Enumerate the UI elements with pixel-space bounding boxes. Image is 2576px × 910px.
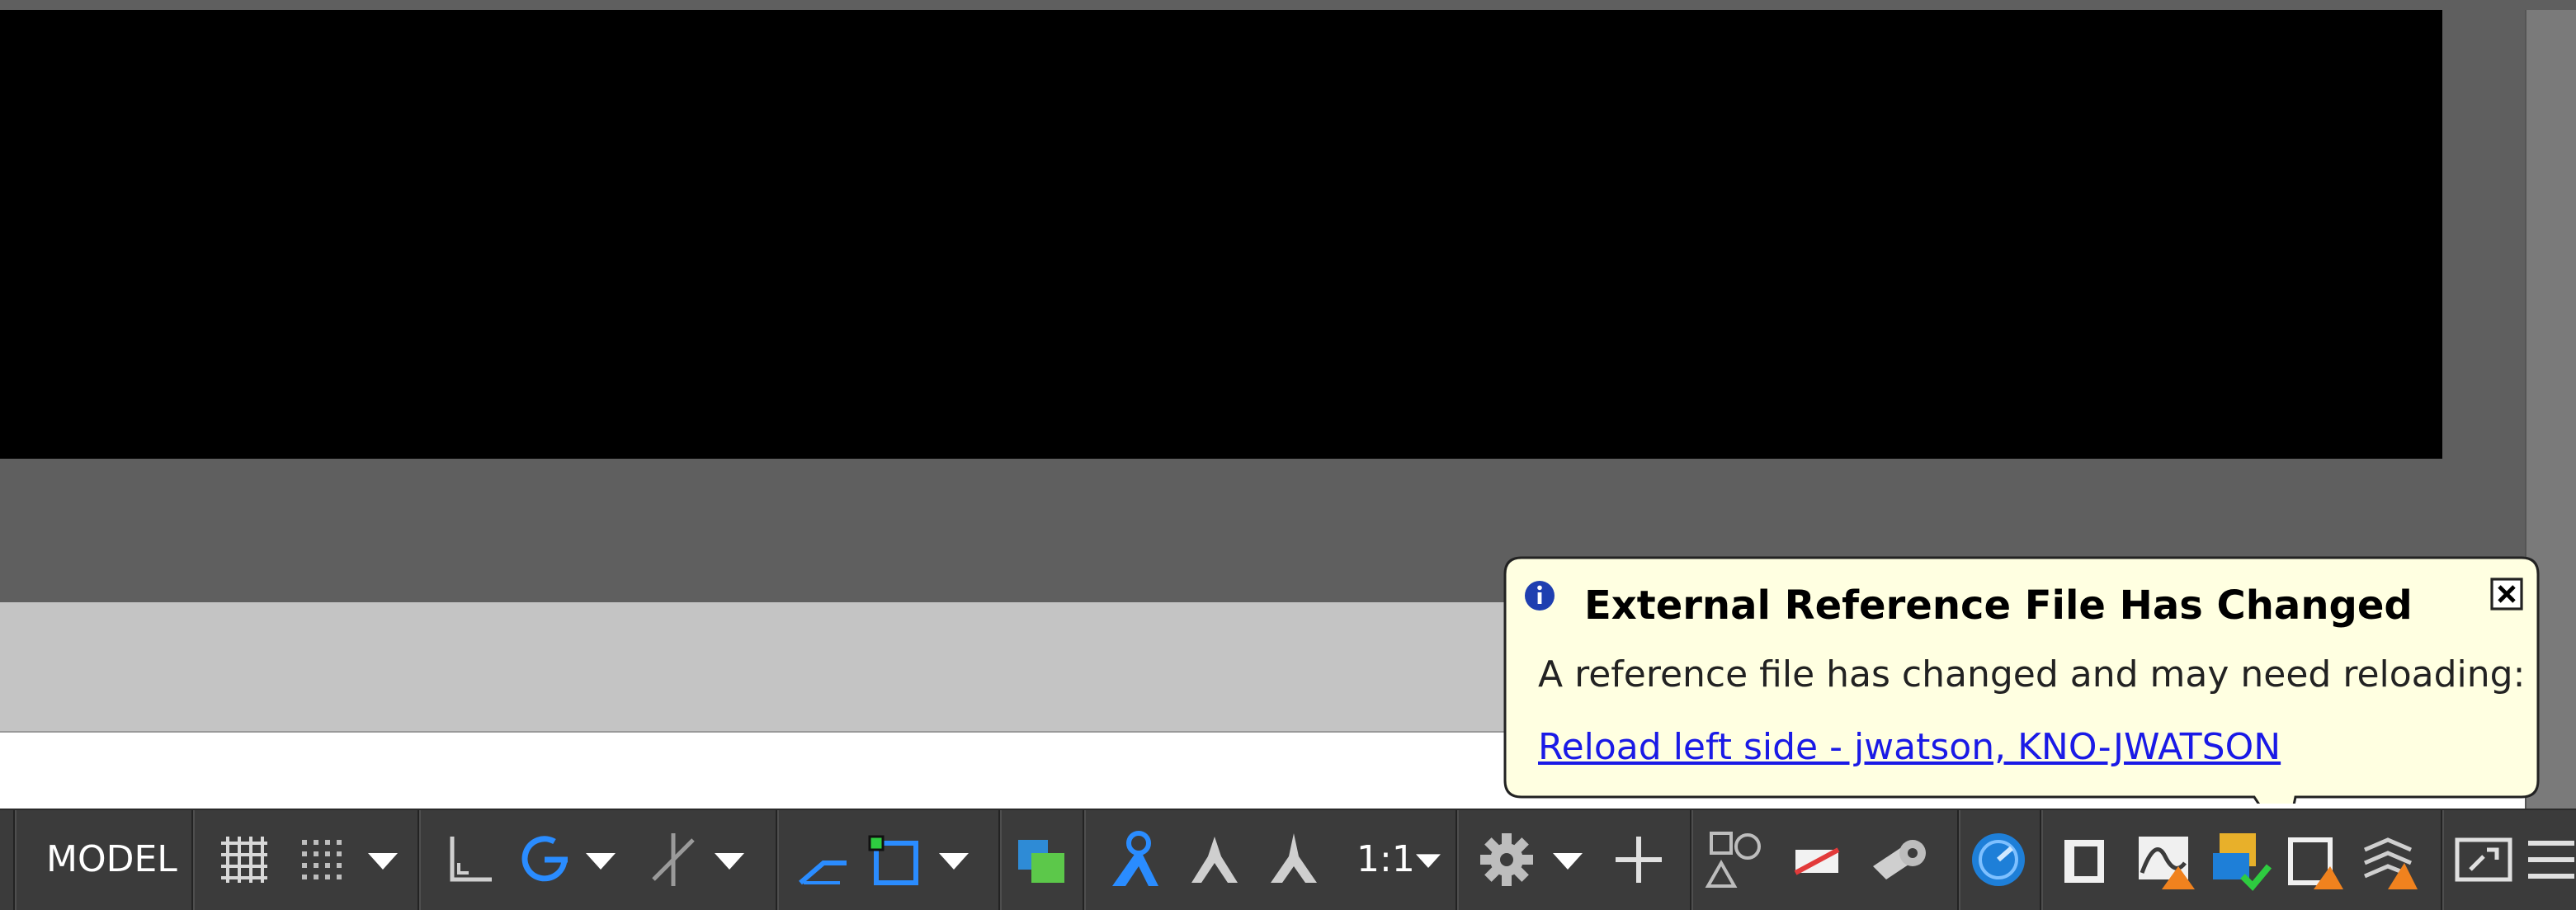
transparency-icon[interactable] <box>1008 827 1074 893</box>
drawing-viewport[interactable] <box>0 10 2442 459</box>
isolate-group <box>1690 810 1956 910</box>
curve-warning-icon[interactable] <box>2132 827 2198 893</box>
drafting-aids-group <box>418 810 774 910</box>
layout-icon[interactable] <box>2055 827 2121 893</box>
notifications-group <box>2040 810 2439 910</box>
layers-warning-icon[interactable] <box>2355 827 2421 893</box>
balloon-title: External Reference File Has Changed <box>1584 582 2413 629</box>
model-space-group: MODEL <box>13 810 190 910</box>
chevron-down-icon[interactable] <box>705 827 754 893</box>
object-snap-icon[interactable] <box>863 827 929 893</box>
reload-xref-link[interactable]: Reload left side - jwatson, KNO-JWATSON <box>1538 726 2281 768</box>
snap-grid-icon[interactable] <box>289 827 355 893</box>
units-group <box>1957 810 2038 910</box>
chevron-down-icon[interactable] <box>929 827 979 893</box>
ortho-icon[interactable] <box>436 827 502 893</box>
grid-snap-group <box>191 810 416 910</box>
isolate-objects-icon[interactable] <box>1701 827 1767 893</box>
balloon-message: A reference file has changed and may nee… <box>1538 653 2526 695</box>
info-icon <box>1523 579 1556 612</box>
annotation-group: 1:1 <box>1083 810 1454 910</box>
screen-group <box>2441 810 2576 910</box>
chevron-down-icon[interactable] <box>358 827 408 893</box>
xref-reload-icon[interactable] <box>2206 827 2272 893</box>
annotation-visibility-icon[interactable] <box>1102 827 1168 893</box>
customize-menu-icon[interactable] <box>2522 827 2574 893</box>
auto-scale-icon[interactable] <box>1182 827 1248 893</box>
hardware-acceleration-icon[interactable] <box>1866 827 1932 893</box>
chevron-down-icon[interactable] <box>1408 827 1449 893</box>
lock-ui-icon[interactable] <box>1782 827 1848 893</box>
plus-icon[interactable] <box>1606 827 1672 893</box>
clean-screen-icon[interactable] <box>2451 827 2517 893</box>
annotation-icon[interactable] <box>1261 827 1327 893</box>
xref-changed-icon[interactable] <box>2281 827 2347 893</box>
transparency-group <box>998 810 1081 910</box>
workspace-gear-icon[interactable] <box>1474 827 1540 893</box>
tracking-group <box>776 810 997 910</box>
close-icon[interactable] <box>2490 578 2523 611</box>
isodraft-icon[interactable] <box>640 827 706 893</box>
model-space-button[interactable]: MODEL <box>46 827 177 893</box>
object-snap-tracking-icon[interactable] <box>790 827 856 893</box>
xref-notification-balloon: External Reference File Has Changed A re… <box>1503 556 2540 804</box>
workspace-group <box>1455 810 1688 910</box>
status-bar: MODEL 1:1 <box>0 809 2576 910</box>
polar-tracking-icon[interactable] <box>512 827 578 893</box>
quick-properties-icon[interactable] <box>1965 827 2031 893</box>
chevron-down-icon[interactable] <box>1543 827 1592 893</box>
grid-icon[interactable] <box>211 827 277 893</box>
annotation-scale-button[interactable]: 1:1 <box>1356 827 1415 893</box>
chevron-down-icon[interactable] <box>576 827 625 893</box>
